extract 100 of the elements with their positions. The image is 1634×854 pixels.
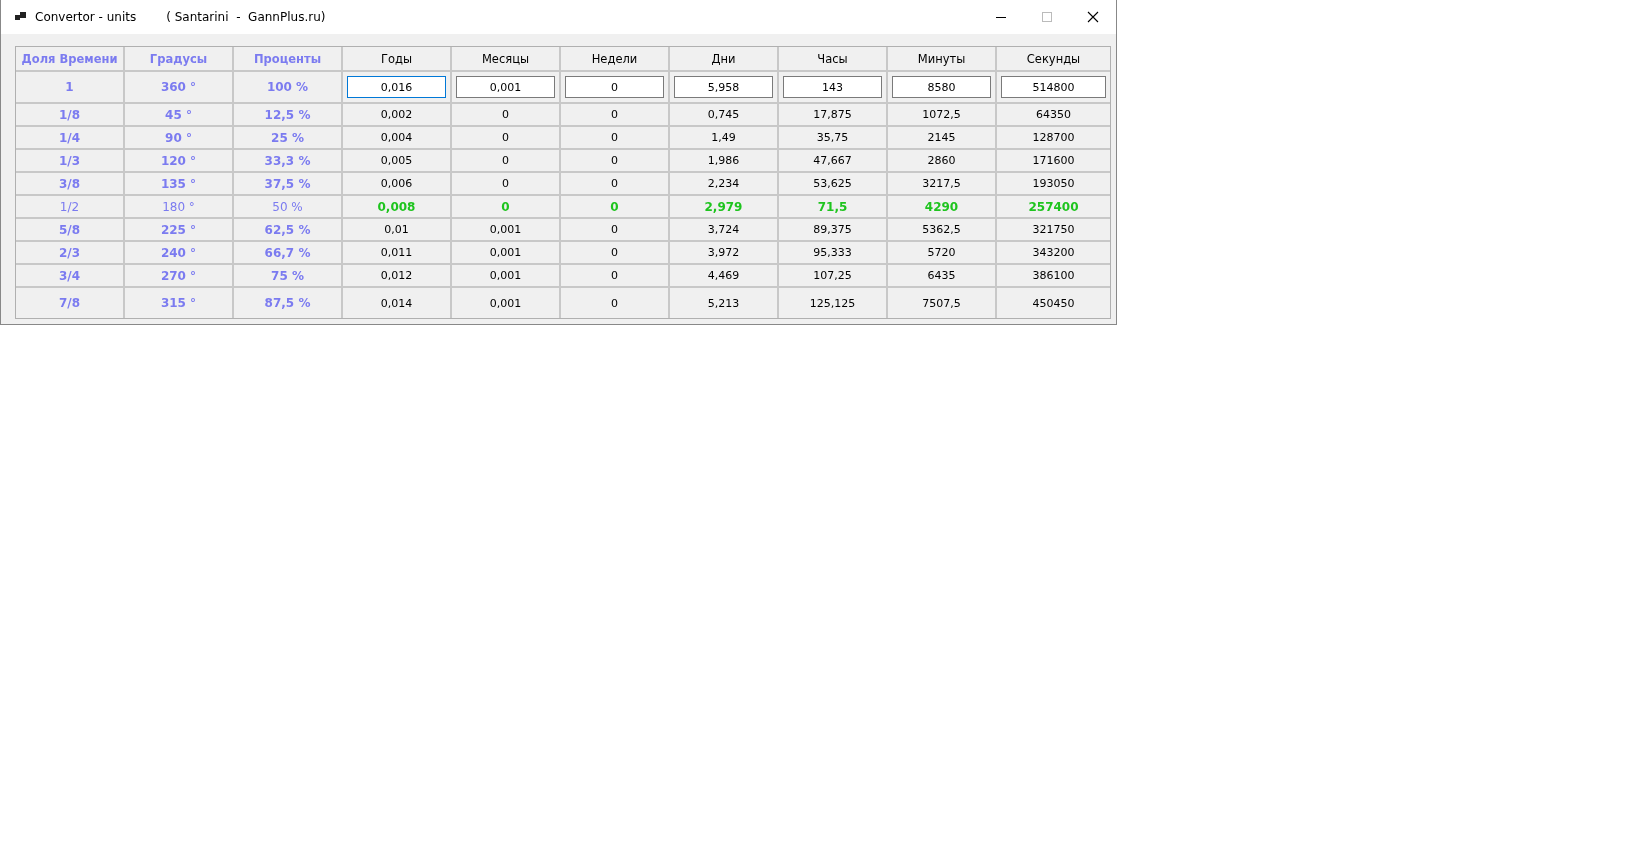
table-cell: 0,001 — [452, 219, 559, 240]
table-cell: 315 ° — [125, 288, 232, 318]
column-header: Часы — [779, 47, 886, 70]
table-cell: 0,01 — [343, 219, 450, 240]
column-header: Секунды — [997, 47, 1110, 70]
table-cell: 4290 — [888, 196, 995, 217]
table-cell: 66,7 % — [234, 242, 341, 263]
table-cell: 3,972 — [670, 242, 777, 263]
table-cell: 5/8 — [16, 219, 123, 240]
table-cell: 75 % — [234, 265, 341, 286]
table-cell: 1/4 — [16, 127, 123, 148]
table-cell: 343200 — [997, 242, 1110, 263]
table-cell: 64350 — [997, 104, 1110, 125]
column-header: Проценты — [234, 47, 341, 70]
table-cell: 0,001 — [452, 288, 559, 318]
input-field[interactable]: 0 — [565, 76, 664, 98]
table-cell: 171600 — [997, 150, 1110, 171]
table-cell: 180 ° — [125, 196, 232, 217]
table-cell: 0,002 — [343, 104, 450, 125]
table-cell: 25 % — [234, 127, 341, 148]
table-cell: 0,006 — [343, 173, 450, 194]
table-cell: 17,875 — [779, 104, 886, 125]
table-cell: 0,004 — [343, 127, 450, 148]
table-cell: 386100 — [997, 265, 1110, 286]
table-cell: 2/3 — [16, 242, 123, 263]
table-cell: 1/2 — [16, 196, 123, 217]
table-cell: 5,213 — [670, 288, 777, 318]
table-cell: 53,625 — [779, 173, 886, 194]
table-cell: 3217,5 — [888, 173, 995, 194]
input-field[interactable]: 5,958 — [674, 76, 773, 98]
table-cell: 37,5 % — [234, 173, 341, 194]
table-cell: 100 % — [234, 72, 341, 102]
table-cell: 0 — [561, 265, 668, 286]
table-cell: 7507,5 — [888, 288, 995, 318]
table-cell: 0 — [561, 219, 668, 240]
table-cell: 2,979 — [670, 196, 777, 217]
table-cell: 0 — [561, 150, 668, 171]
table-cell: 4,469 — [670, 265, 777, 286]
table-cell: 47,667 — [779, 150, 886, 171]
table-cell: 89,375 — [779, 219, 886, 240]
input-field[interactable]: 0,001 — [456, 76, 555, 98]
table-cell: 3,724 — [670, 219, 777, 240]
table-cell: 0 — [452, 104, 559, 125]
column-header: Месяцы — [452, 47, 559, 70]
table-cell: 0,745 — [670, 104, 777, 125]
table-cell: 90 ° — [125, 127, 232, 148]
table-cell: 45 ° — [125, 104, 232, 125]
table-cell: 450450 — [997, 288, 1110, 318]
table-cell: 5720 — [888, 242, 995, 263]
table-cell: 0,005 — [343, 150, 450, 171]
table-cell: 225 ° — [125, 219, 232, 240]
table-cell: 6435 — [888, 265, 995, 286]
table-cell: 1072,5 — [888, 104, 995, 125]
table-cell: 87,5 % — [234, 288, 341, 318]
input-field[interactable]: 143 — [783, 76, 882, 98]
table-cell: 107,25 — [779, 265, 886, 286]
table-cell: 33,3 % — [234, 150, 341, 171]
table-cell: 1/8 — [16, 104, 123, 125]
table-cell: 0,012 — [343, 265, 450, 286]
table-cell: 240 ° — [125, 242, 232, 263]
table-cell: 0 — [561, 242, 668, 263]
table-cell: 0 — [561, 196, 668, 217]
table-cell: 0 — [561, 127, 668, 148]
table-cell: 0,014 — [343, 288, 450, 318]
table-cell: 12,5 % — [234, 104, 341, 125]
table-cell: 0,001 — [452, 265, 559, 286]
table-cell: 125,125 — [779, 288, 886, 318]
table-cell: 193050 — [997, 173, 1110, 194]
table-cell: 0,001 — [452, 242, 559, 263]
column-header: Минуты — [888, 47, 995, 70]
app-icon — [15, 11, 27, 23]
table-cell: 2,234 — [670, 173, 777, 194]
table-cell: 3/8 — [16, 173, 123, 194]
table-cell: 1 — [16, 72, 123, 102]
table-cell: 1,49 — [670, 127, 777, 148]
column-header: Годы — [343, 47, 450, 70]
table-cell: 0,008 — [343, 196, 450, 217]
table-cell: 71,5 — [779, 196, 886, 217]
column-header: Градусы — [125, 47, 232, 70]
table-cell: 95,333 — [779, 242, 886, 263]
table-cell: 360 ° — [125, 72, 232, 102]
table-cell: 1,986 — [670, 150, 777, 171]
table-cell: 270 ° — [125, 265, 232, 286]
table-cell: 1/3 — [16, 150, 123, 171]
table-cell: 128700 — [997, 127, 1110, 148]
input-field[interactable]: 514800 — [1001, 76, 1106, 98]
table-cell: 257400 — [997, 196, 1110, 217]
window-title: Convertor - units — [35, 10, 137, 24]
table-cell: 3/4 — [16, 265, 123, 286]
column-header: Недели — [561, 47, 668, 70]
input-field[interactable]: 8580 — [892, 76, 991, 98]
input-field[interactable]: 0,016 — [347, 76, 446, 98]
table-cell: 5362,5 — [888, 219, 995, 240]
table-cell: 62,5 % — [234, 219, 341, 240]
table-cell: 0 — [452, 196, 559, 217]
column-header: Дни — [670, 47, 777, 70]
column-header: Доля Времени — [16, 47, 123, 70]
table-cell: 321750 — [997, 219, 1110, 240]
table-cell: 0 — [561, 104, 668, 125]
table-cell: 0 — [452, 150, 559, 171]
